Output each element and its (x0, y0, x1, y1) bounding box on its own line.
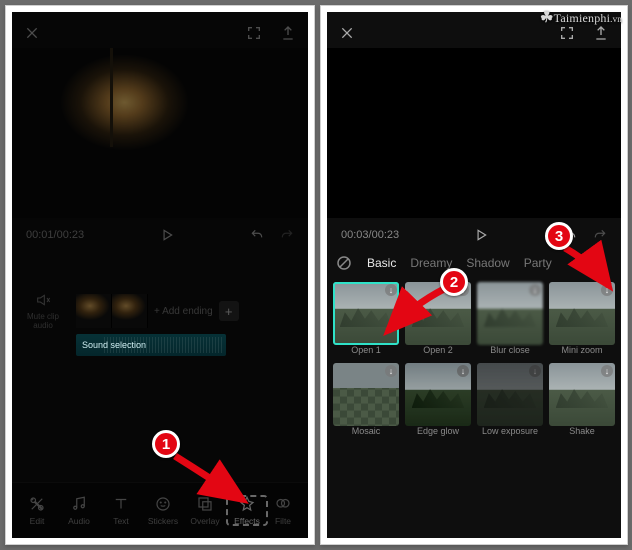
playback-controls: 00:01/00:23 (12, 218, 308, 248)
tab-party[interactable]: Party (524, 256, 552, 270)
video-preview[interactable] (12, 48, 308, 218)
play-button[interactable] (474, 228, 488, 242)
playback-controls: 00:03/00:23 (327, 218, 621, 248)
video-track[interactable]: + Add ending + (76, 294, 300, 328)
speaker-mute-icon (22, 292, 64, 310)
effect-low-exposure[interactable]: ↓ Low exposure (477, 363, 543, 436)
tab-dreamy[interactable]: Dreamy (410, 256, 452, 270)
effect-thumbnail: ↓ (477, 282, 543, 345)
watermark: ☘Taimienphi.vn (540, 8, 622, 27)
download-icon: ↓ (601, 284, 613, 296)
mute-clip-audio[interactable]: Mute clip audio (22, 292, 64, 330)
download-icon: ↓ (385, 284, 397, 296)
effect-blur-close[interactable]: ↓ Blur close (477, 282, 543, 355)
tab-shadow[interactable]: Shadow (466, 256, 509, 270)
export-icon[interactable] (280, 25, 296, 41)
effect-thumbnail: ↓ (549, 363, 615, 426)
editor-screen-effects: 00:03/00:23 Basic Dreamy Shadow Party (327, 12, 621, 538)
effects-grid: ↓ Open 1 ↓ Open 2 ↓ Blur close ↓ Mini zo… (327, 280, 621, 438)
tool-audio[interactable]: Audio (58, 495, 100, 526)
close-icon[interactable] (339, 25, 355, 41)
play-button[interactable] (160, 228, 174, 242)
tool-overlay[interactable]: Overlay (184, 495, 226, 526)
video-preview[interactable] (327, 48, 621, 218)
screenshot-right: 00:03/00:23 Basic Dreamy Shadow Party (320, 5, 628, 545)
redo-icon[interactable] (593, 228, 607, 242)
effect-thumbnail: ↓ (477, 363, 543, 426)
tool-filter[interactable]: Filte (268, 495, 298, 526)
download-icon: ↓ (601, 365, 613, 377)
screenshot-left: 00:01/00:23 Mute clip audio (5, 5, 315, 545)
top-bar (12, 12, 308, 48)
effect-thumbnail: ↓ (549, 282, 615, 345)
time-display: 00:01/00:23 (26, 229, 84, 241)
add-ending-button[interactable]: + Add ending + (154, 301, 239, 321)
effect-mini-zoom[interactable]: ↓ Mini zoom (549, 282, 615, 355)
preview-content (110, 48, 113, 147)
annotation-badge-2: 2 (440, 268, 468, 296)
effect-thumbnail: ↓ (333, 363, 399, 426)
annotation-badge-1: 1 (152, 430, 180, 458)
tool-effects[interactable]: Effects (226, 495, 268, 526)
tool-edit[interactable]: Edit (16, 495, 58, 526)
timeline[interactable]: Mute clip audio + Add ending + Sound sel… (12, 248, 308, 356)
add-ending-label: + Add ending (154, 306, 213, 317)
effect-mosaic[interactable]: ↓ Mosaic (333, 363, 399, 436)
effect-open-1[interactable]: ↓ Open 1 (333, 282, 399, 355)
bottom-toolbar: Edit Audio Text Stickers Overlay Effects (12, 482, 308, 538)
effect-thumbnail: ↓ (405, 363, 471, 426)
audio-clip-label: Sound selection (82, 340, 146, 350)
download-icon: ↓ (529, 284, 541, 296)
undo-icon[interactable] (250, 228, 264, 242)
download-icon: ↓ (457, 365, 469, 377)
editor-screen-main: 00:01/00:23 Mute clip audio (12, 12, 308, 538)
download-icon: ↓ (529, 365, 541, 377)
fullscreen-icon[interactable] (559, 25, 575, 41)
export-icon[interactable] (593, 25, 609, 41)
annotation-badge-3: 3 (545, 222, 573, 250)
clip-thumbnail[interactable] (76, 294, 112, 328)
time-display: 00:03/00:23 (341, 229, 399, 241)
fullscreen-icon[interactable] (246, 25, 262, 41)
effect-shake[interactable]: ↓ Shake (549, 363, 615, 436)
tab-basic[interactable]: Basic (367, 256, 396, 270)
effect-edge-glow[interactable]: ↓ Edge glow (405, 363, 471, 436)
download-icon: ↓ (385, 365, 397, 377)
audio-track[interactable]: Sound selection (76, 334, 226, 356)
tool-text[interactable]: Text (100, 495, 142, 526)
effect-category-tabs: Basic Dreamy Shadow Party (327, 248, 621, 280)
no-effect-icon[interactable] (335, 254, 353, 272)
tool-stickers[interactable]: Stickers (142, 495, 184, 526)
effect-thumbnail: ↓ (333, 282, 399, 345)
plus-icon: + (219, 301, 239, 321)
close-icon[interactable] (24, 25, 40, 41)
redo-icon[interactable] (280, 228, 294, 242)
clip-thumbnail[interactable] (112, 294, 148, 328)
mute-label: Mute clip audio (27, 312, 59, 330)
